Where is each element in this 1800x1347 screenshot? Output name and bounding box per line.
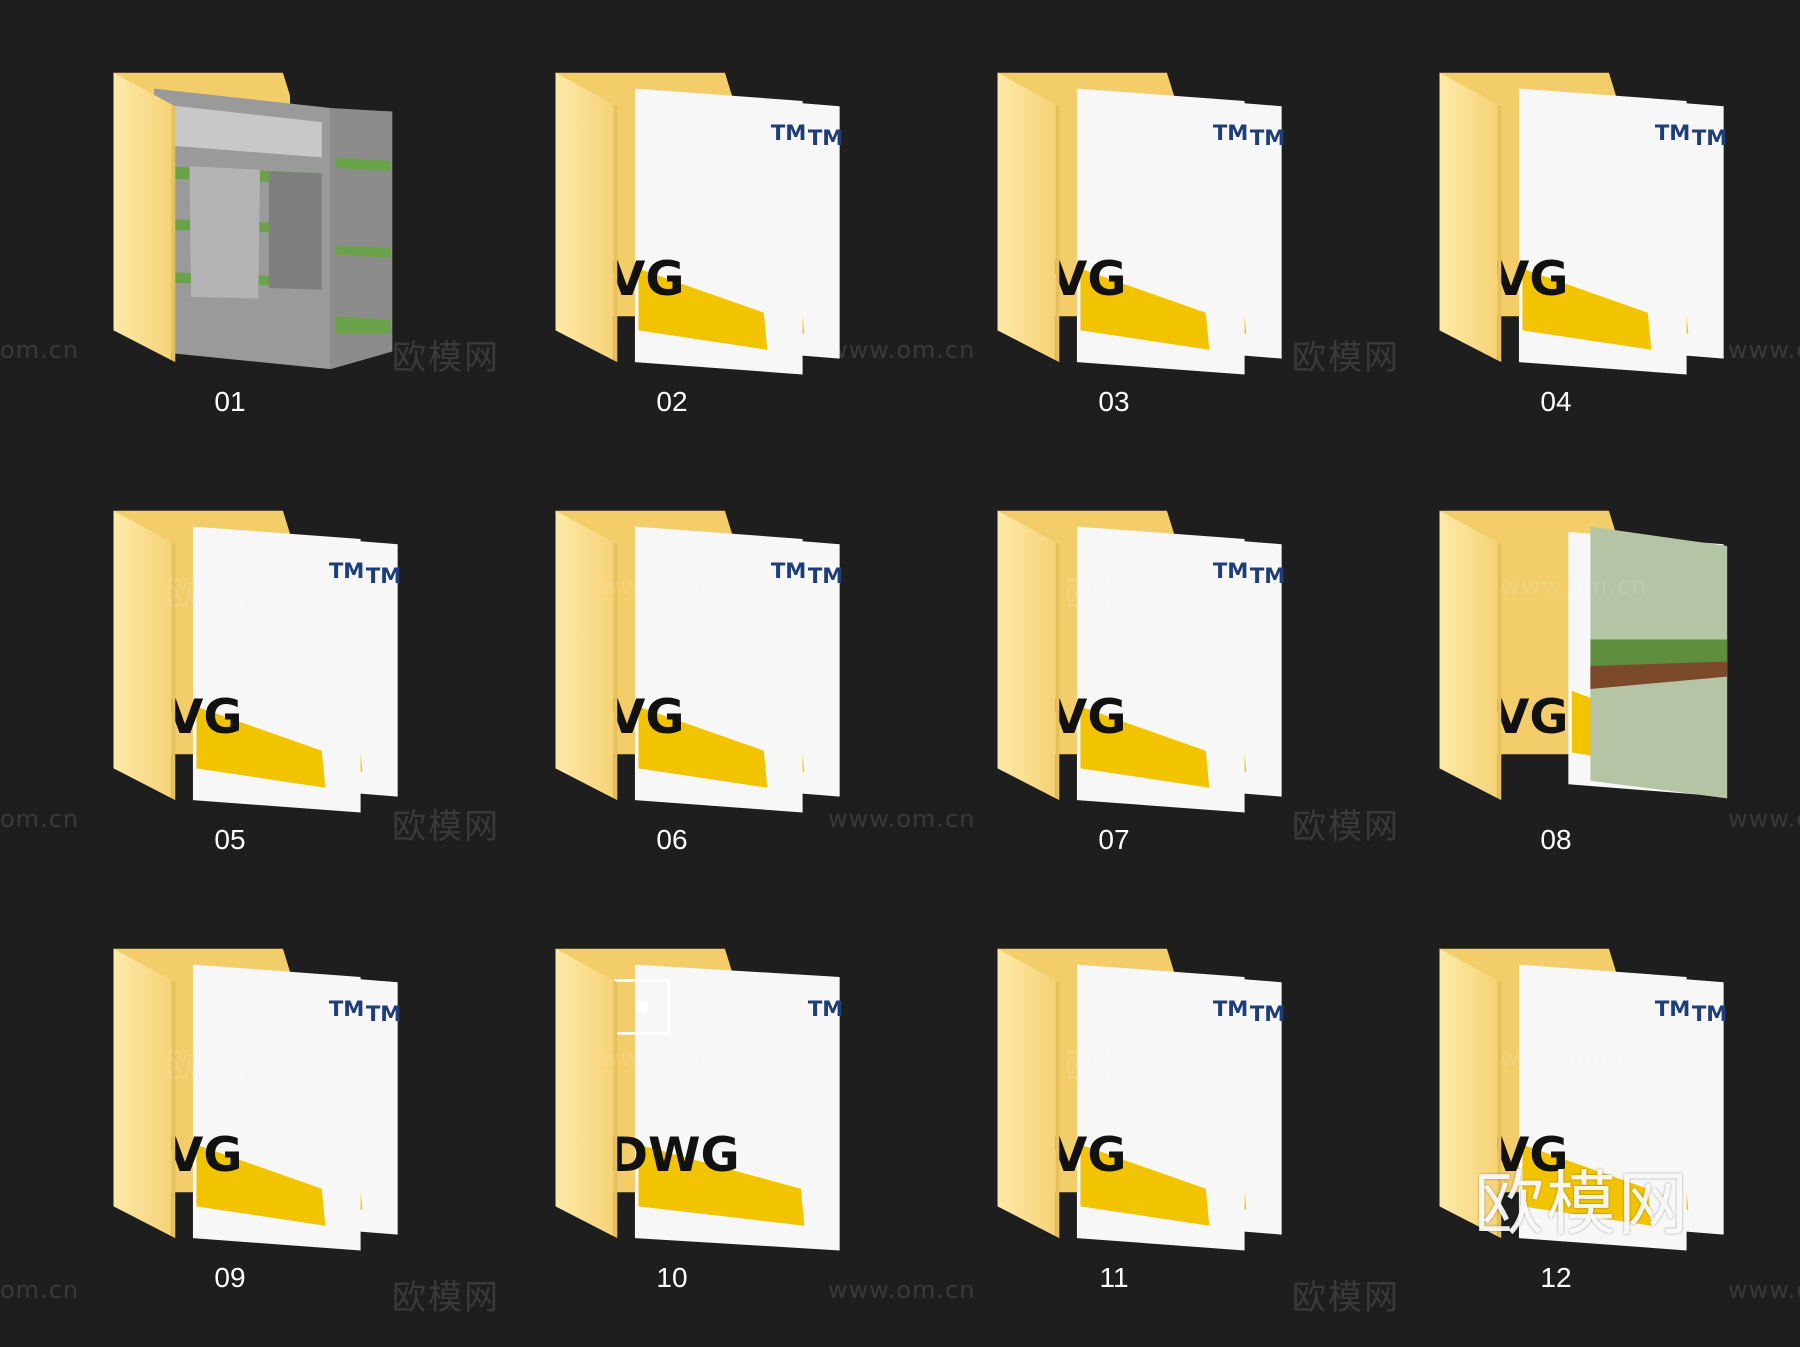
dwg-file-icon: TM xyxy=(634,964,843,1251)
folder-name: 06 xyxy=(656,824,688,855)
folder-name: 05 xyxy=(214,824,246,855)
folder-item[interactable]: TM TM VG 07 xyxy=(994,486,1294,906)
folder-name: 11 xyxy=(1099,1262,1129,1293)
svg-text:TM: TM xyxy=(808,996,843,1021)
folder-grid: 01 TM TM VG 02 TM TM VG 03 TM TM VG 04 T… xyxy=(0,0,1800,1347)
dwg-text: VG xyxy=(166,1128,242,1183)
folder-item[interactable]: TM TM VG 09 xyxy=(110,924,410,1344)
svg-text:TM: TM xyxy=(1655,120,1690,145)
folder-icon: TM TM VG xyxy=(997,72,1285,375)
svg-text:TM: TM xyxy=(1250,125,1285,150)
folder-front xyxy=(555,72,614,361)
dwg-text: VG xyxy=(1492,252,1568,307)
folder-front xyxy=(997,948,1056,1237)
sketch-preview xyxy=(1590,526,1728,799)
folder-icon: TM TM VG xyxy=(555,72,843,375)
dwg-text: VG xyxy=(166,690,242,745)
folder-icon: TM TM VG xyxy=(997,948,1285,1251)
folder-name: 10 xyxy=(656,1262,688,1293)
dwg-file-icon: TM xyxy=(1518,88,1690,375)
folder-front xyxy=(997,510,1056,799)
svg-text:TM: TM xyxy=(808,563,843,588)
svg-text:TM: TM xyxy=(1250,1001,1285,1026)
dwg-text: VG xyxy=(1492,690,1568,745)
folder-item[interactable]: TM TM VG 12 xyxy=(1436,924,1736,1344)
folder-item[interactable]: 01 xyxy=(110,48,410,468)
svg-text:TM: TM xyxy=(1213,120,1248,145)
svg-text:TM: TM xyxy=(1692,1001,1727,1026)
folder-name: 02 xyxy=(656,386,688,417)
folder-front xyxy=(555,510,614,799)
folder-icon xyxy=(113,72,393,370)
folder-name: 12 xyxy=(1540,1262,1572,1293)
folder-icon: TM TM VG xyxy=(997,510,1285,813)
svg-text:TM: TM xyxy=(1213,558,1248,583)
svg-text:TM: TM xyxy=(1213,996,1248,1021)
dwg-file-icon: TM xyxy=(1076,526,1248,813)
svg-text:TM: TM xyxy=(1655,996,1690,1021)
folder-item[interactable]: TM TM VG 11 xyxy=(994,924,1294,1344)
svg-text:TM: TM xyxy=(808,125,843,150)
folder-icon: TM TM VG xyxy=(113,510,401,813)
dwg-text: DWG xyxy=(608,1128,739,1183)
svg-text:TM: TM xyxy=(771,120,806,145)
folder-front xyxy=(113,510,172,799)
folder-name: 03 xyxy=(1098,386,1130,417)
svg-text:TM: TM xyxy=(1692,125,1727,150)
dwg-file-icon: TM xyxy=(1076,964,1248,1251)
folder-icon: TM VG xyxy=(1439,510,1728,801)
dwg-text: VG xyxy=(1050,252,1126,307)
folder-icon: TM TM VG xyxy=(113,948,401,1251)
folder-item[interactable]: TM TM VG 06 xyxy=(552,486,852,906)
folder-icon: TM TM VG xyxy=(555,510,843,813)
folder-name: 01 xyxy=(214,386,246,417)
dwg-file-icon: TM xyxy=(634,88,806,375)
folder-icon: TM DWG xyxy=(555,948,843,1251)
dwg-file-icon: TM xyxy=(634,526,806,813)
folder-front xyxy=(1439,72,1498,361)
dwg-text: VG xyxy=(1050,1128,1126,1183)
folder-item[interactable]: TM TM VG 05 xyxy=(110,486,410,906)
folder-icon: TM TM VG xyxy=(1439,72,1727,375)
folder-name: 08 xyxy=(1540,824,1572,855)
folder-item[interactable]: TM VG 08 xyxy=(1436,486,1736,906)
watermark-logo: 欧模网 xyxy=(1474,1163,1690,1245)
folder-item[interactable]: TM TM VG 03 xyxy=(994,48,1294,468)
svg-text:TM: TM xyxy=(1250,563,1285,588)
dwg-text: VG xyxy=(1050,690,1126,745)
dwg-text: VG xyxy=(608,690,684,745)
folder-name: 07 xyxy=(1098,824,1130,855)
dwg-file-icon: TM xyxy=(1076,88,1248,375)
folder-name: 09 xyxy=(214,1262,246,1293)
render-preview xyxy=(154,88,393,370)
folder-item[interactable]: TM TM VG 02 xyxy=(552,48,852,468)
folder-name: 04 xyxy=(1540,386,1572,417)
svg-text:TM: TM xyxy=(366,563,401,588)
svg-text:TM: TM xyxy=(329,558,364,583)
dwg-file-icon: TM xyxy=(192,964,364,1251)
folder-item[interactable]: TM DWG 10 xyxy=(552,924,852,1344)
folder-front xyxy=(997,72,1056,361)
folder-front xyxy=(555,948,614,1237)
svg-text:TM: TM xyxy=(771,558,806,583)
svg-text:TM: TM xyxy=(329,996,364,1021)
folder-front xyxy=(113,72,172,361)
dwg-text: VG xyxy=(608,252,684,307)
folder-front xyxy=(113,948,172,1237)
svg-text:TM: TM xyxy=(366,1001,401,1026)
folder-front xyxy=(1439,510,1498,799)
dwg-file-icon: TM xyxy=(192,526,364,813)
folder-item[interactable]: TM TM VG 04 xyxy=(1436,48,1736,468)
